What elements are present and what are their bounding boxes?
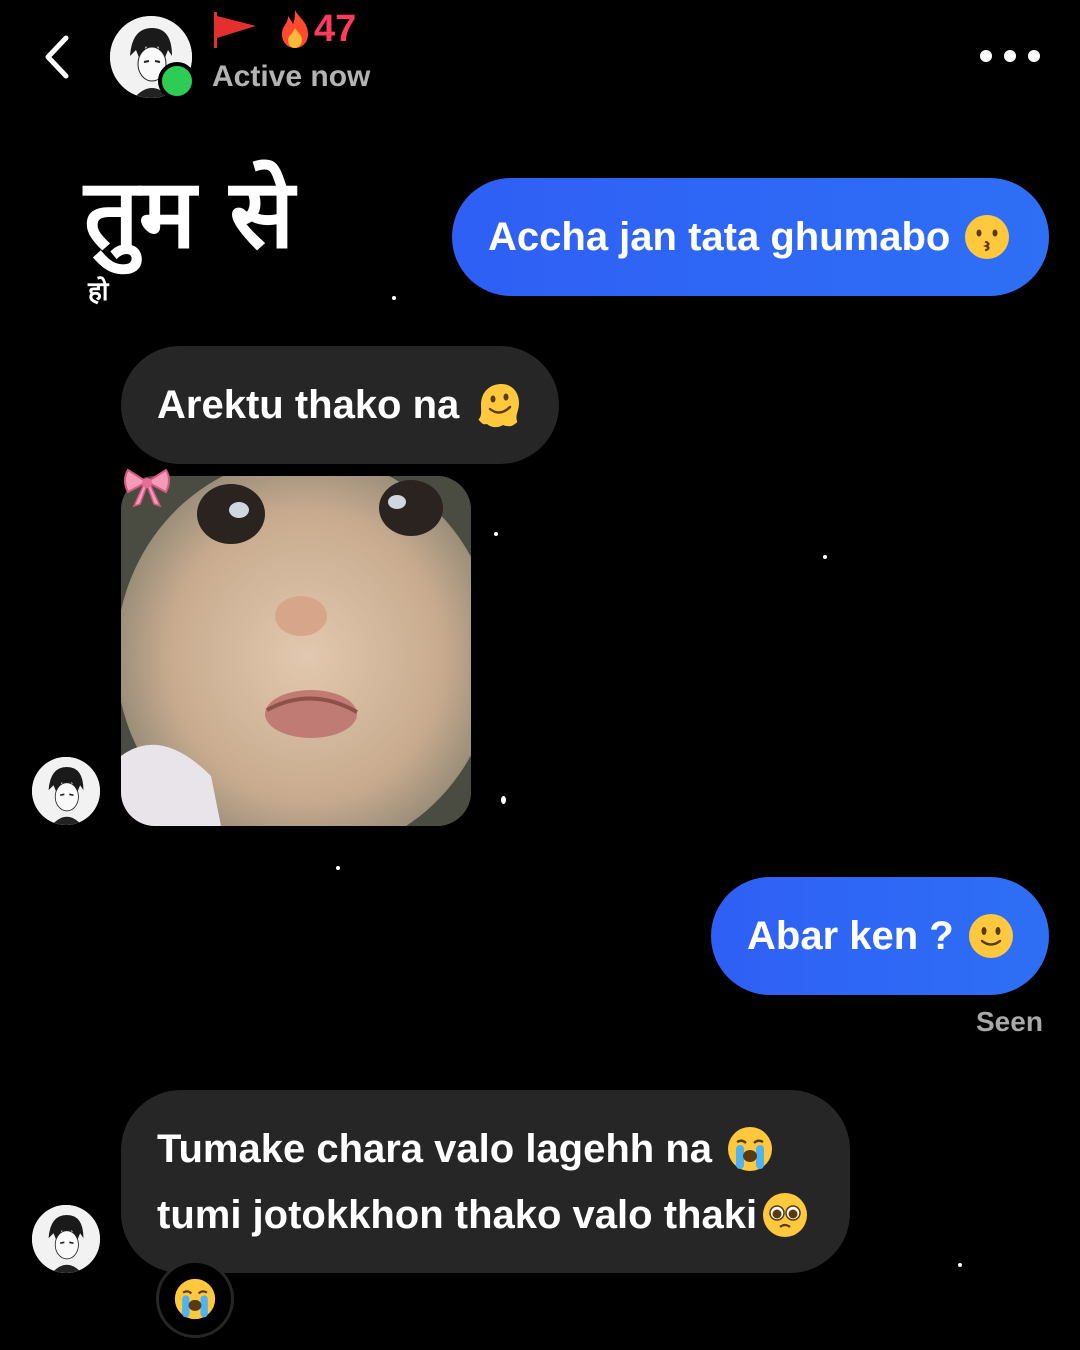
decorative-speck	[336, 866, 340, 870]
anime-avatar-icon	[32, 1205, 100, 1273]
more-icon-dot	[980, 50, 992, 62]
decorative-speck	[494, 532, 498, 536]
kissing-face-icon	[965, 215, 1010, 259]
anime-avatar-icon	[32, 757, 100, 825]
seen-indicator: Seen	[976, 1006, 1043, 1037]
message-text: Accha jan tata ghumabo	[488, 214, 951, 259]
decorative-speck	[823, 555, 827, 559]
message-text: Arektu thako na	[157, 382, 460, 427]
loudly-crying-face-icon	[728, 1126, 773, 1171]
more-icon-dot	[1028, 50, 1040, 62]
incoming-message[interactable]: Tumake chara valo lagehh na tumi jotokkh…	[121, 1090, 850, 1273]
hindi-overlay-subtext: हो	[88, 277, 109, 307]
online-indicator	[158, 62, 196, 100]
melting-face-icon	[477, 384, 520, 428]
message-line: Tumake chara valo lagehh na	[157, 1116, 774, 1182]
message-text: Tumake chara valo lagehh na	[157, 1126, 713, 1171]
fire-icon	[276, 8, 314, 50]
contact-avatar-small[interactable]	[32, 1205, 100, 1273]
pink-bow-icon	[122, 466, 172, 508]
more-options-button[interactable]	[980, 40, 1040, 72]
message-reaction[interactable]	[156, 1260, 234, 1338]
loudly-crying-face-icon	[174, 1278, 216, 1320]
back-button[interactable]	[32, 30, 82, 84]
hindi-overlay-text: तुम से	[84, 158, 295, 270]
red-flag-icon	[212, 10, 262, 50]
pleading-face-icon	[763, 1192, 808, 1237]
outgoing-message[interactable]: Abar ken ?	[711, 877, 1049, 995]
decorative-speck	[958, 1263, 962, 1267]
contact-avatar-small[interactable]	[32, 757, 100, 825]
incoming-message[interactable]: Arektu thako na	[121, 346, 559, 464]
message-line: tumi jotokkhon thako valo thaki	[157, 1182, 809, 1248]
active-status: Active now	[212, 60, 371, 93]
message-text: Abar ken ?	[747, 913, 954, 958]
photo-message[interactable]	[121, 476, 471, 826]
decorative-speck	[501, 796, 506, 804]
decorative-speck	[392, 296, 396, 300]
crying-baby-photo	[121, 476, 471, 826]
message-text: tumi jotokkhon thako valo thaki	[157, 1192, 758, 1237]
outgoing-message[interactable]: Accha jan tata ghumabo	[452, 178, 1049, 296]
more-icon-dot	[1004, 50, 1016, 62]
streak-count: 47	[314, 8, 357, 50]
slightly-smiling-face-icon	[968, 914, 1013, 958]
chevron-left-icon	[45, 35, 69, 79]
